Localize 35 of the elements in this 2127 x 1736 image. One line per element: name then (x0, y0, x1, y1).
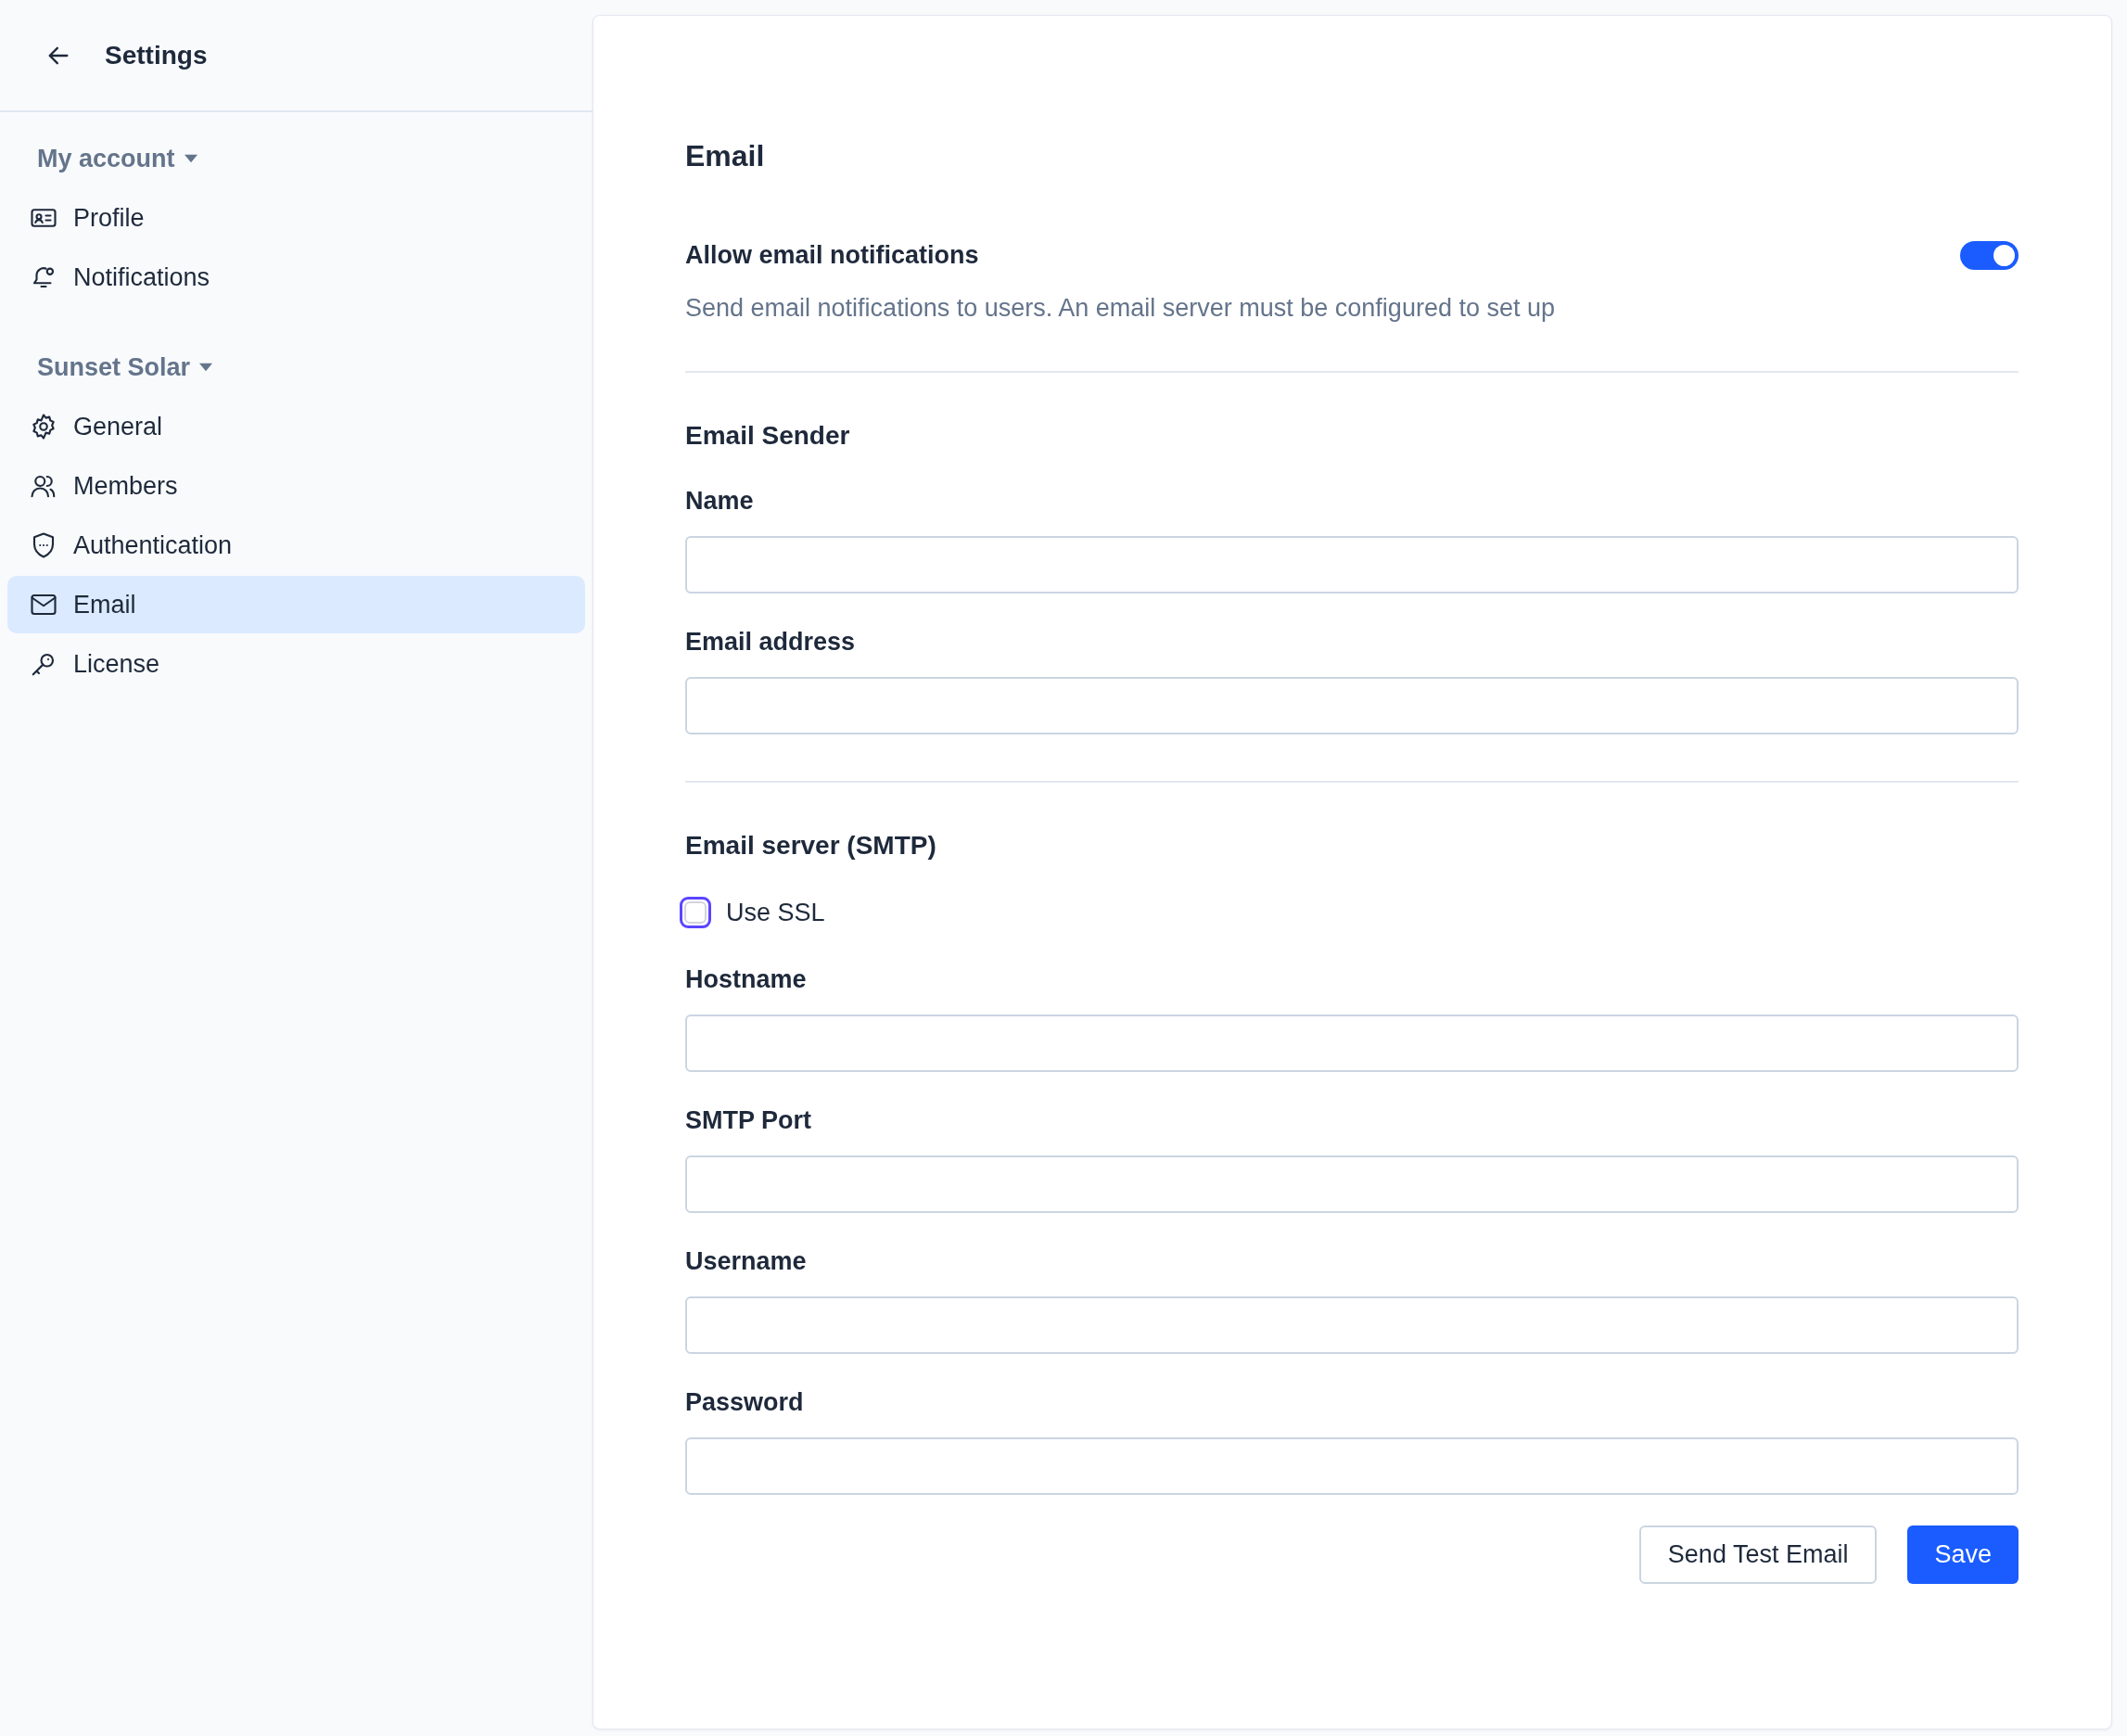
caret-icon (184, 154, 197, 163)
sidebar-item[interactable]: Notifications (7, 249, 585, 306)
send-test-button[interactable]: Send Test Email (1638, 1525, 1878, 1584)
password-field[interactable] (685, 1437, 2019, 1495)
setting-description: Send email notifications to users. An email server must be configured to set up (685, 293, 1556, 324)
field-label: Password (685, 1387, 805, 1418)
input-field[interactable] (685, 1296, 2019, 1354)
sidebar-item[interactable]: Email (7, 576, 585, 633)
checkbox-label: Use SSL (726, 898, 825, 927)
sidebar-item[interactable]: Members (7, 457, 585, 515)
sidebar-item[interactable]: General (7, 398, 585, 455)
caret-icon (199, 363, 213, 372)
gear-icon (30, 413, 57, 440)
section-title: Email Sender (685, 420, 851, 452)
input-field[interactable] (685, 1155, 2019, 1213)
section-title: Email server (SMTP) (685, 830, 937, 862)
field-label: Name (685, 486, 755, 517)
checkbox[interactable] (680, 897, 711, 928)
input-field[interactable] (685, 1015, 2019, 1072)
sidebar-item[interactable]: Profile (7, 189, 585, 247)
sidebar-item[interactable]: License (7, 635, 585, 693)
save-button[interactable]: Save (1907, 1525, 2019, 1584)
group-label[interactable]: Sunset Solar (37, 351, 191, 384)
sidebar-title: Settings (105, 40, 208, 70)
field-label: SMTP Port (685, 1105, 812, 1136)
field-label: Username (685, 1246, 808, 1277)
field-label: Email address (685, 627, 857, 657)
page-title: Email (685, 138, 766, 174)
input-field[interactable] (685, 677, 2019, 734)
sidebar-item[interactable]: Authentication (7, 517, 585, 574)
toggle-switch[interactable] (1960, 240, 2019, 270)
group-label[interactable]: My account (37, 142, 175, 175)
setting-label: Allow email notifications (685, 240, 979, 271)
input-field[interactable] (685, 536, 2019, 594)
field-label: Hostname (685, 964, 808, 995)
